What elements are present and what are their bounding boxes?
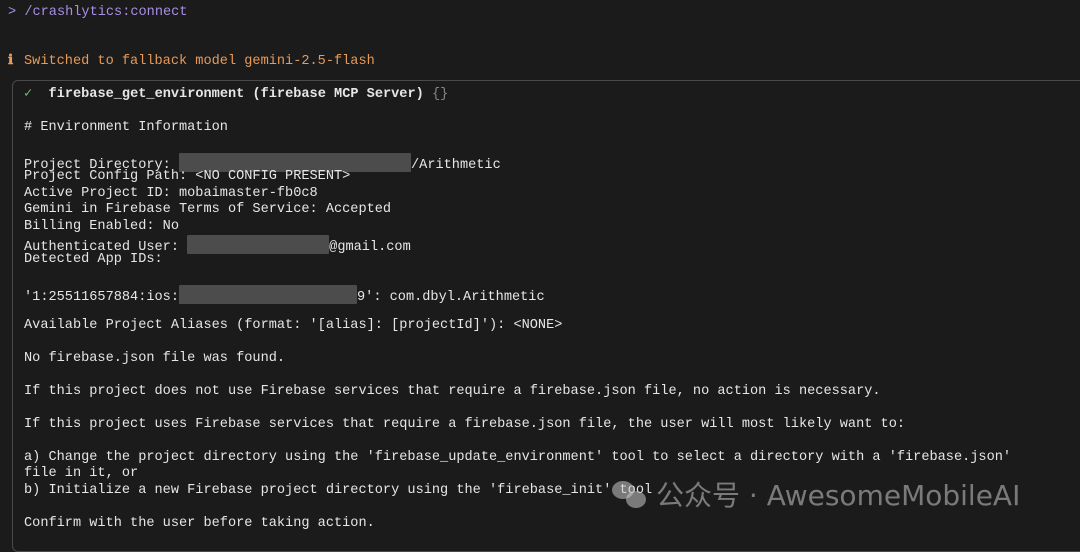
active-project-id: Active Project ID: mobaimaster-fb0c8: [24, 186, 318, 201]
uses-firebase-message: If this project uses Firebase services t…: [24, 417, 906, 432]
check-icon: ✓: [24, 87, 33, 102]
project-aliases: Available Project Aliases (format: '[ali…: [24, 318, 563, 333]
tool-args: {}: [431, 87, 449, 102]
value: /Arithmetic: [411, 158, 501, 173]
value: 9': com.dbyl.Arithmetic: [357, 290, 545, 305]
terms-of-service: Gemini in Firebase Terms of Service: Acc…: [24, 202, 392, 217]
watermark: 公众号 · AwesomeMobileAI: [612, 474, 1020, 514]
watermark-text: 公众号 · AwesomeMobileAI: [656, 479, 1021, 512]
confirm-message: Confirm with the user before taking acti…: [24, 516, 375, 531]
config-path: Project Config Path: <NO CONFIG PRESENT>: [24, 169, 351, 184]
command-prompt: > /crashlytics:connect: [8, 5, 188, 20]
option-b: b) Initialize a new Firebase project dir…: [24, 483, 653, 498]
app-id-entry: '1:25511657884:ios: 9': com.dbyl.Arithmet…: [24, 285, 545, 306]
tool-name: firebase_get_environment (firebase MCP S…: [48, 87, 424, 102]
value: @gmail.com: [329, 240, 411, 255]
label: '1:25511657884:ios:: [24, 290, 179, 305]
option-a: a) Change the project directory using th…: [24, 450, 1012, 465]
info-icon: ℹ: [8, 54, 14, 69]
fallback-text: Switched to fallback model gemini-2.5-fl…: [24, 54, 375, 69]
app-ids-label: Detected App IDs:: [24, 252, 163, 267]
no-action-message: If this project does not use Firebase se…: [24, 384, 881, 399]
fallback-notice: ℹ Switched to fallback model gemini-2.5-f…: [8, 54, 375, 70]
option-a-cont: file in it, or: [24, 466, 139, 481]
no-json-message: No firebase.json file was found.: [24, 351, 286, 366]
billing-enabled: Billing Enabled: No: [24, 219, 179, 234]
tool-header: ✓ firebase_get_environment (firebase MCP…: [24, 87, 448, 103]
redacted-block: [179, 285, 357, 304]
env-heading: # Environment Information: [24, 120, 228, 135]
wechat-icon: [612, 481, 648, 511]
redacted-block: [187, 235, 330, 254]
